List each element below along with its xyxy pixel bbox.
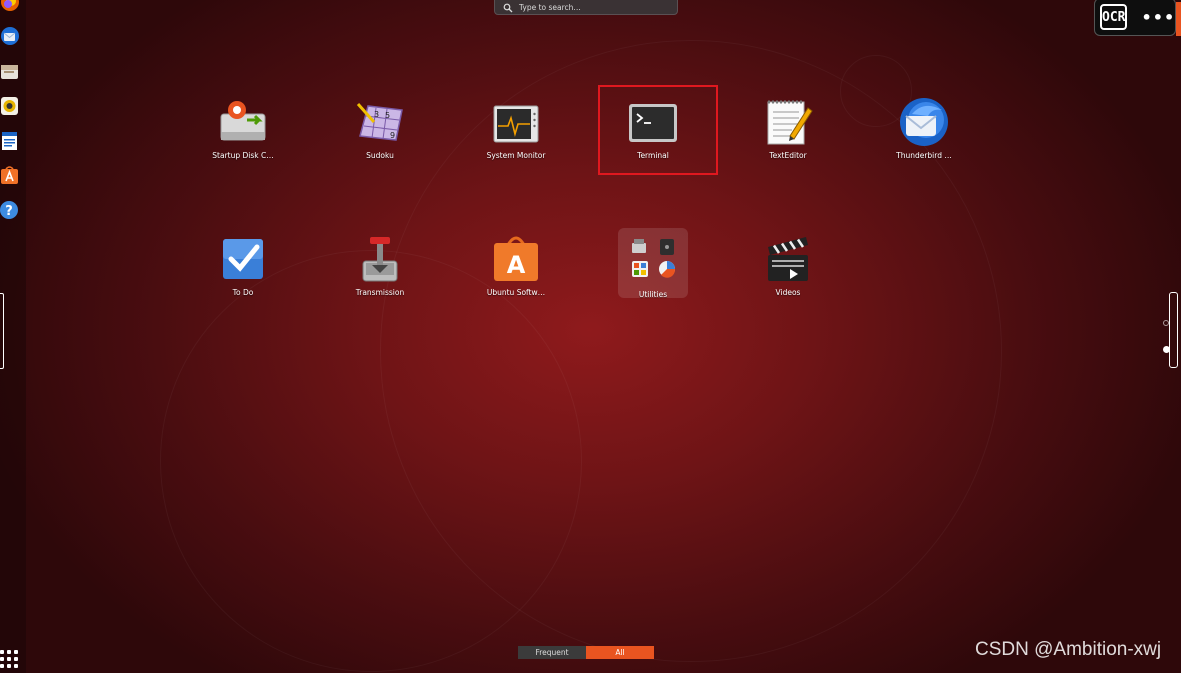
watermark: CSDN @Ambition-xwj xyxy=(975,639,1162,660)
thunderbird-icon xyxy=(898,96,950,148)
window-edge xyxy=(1176,2,1181,36)
sudoku-digit: 3 xyxy=(374,110,379,119)
app-label: TextEditor xyxy=(769,151,807,160)
ocr-button[interactable]: OCR xyxy=(1100,4,1128,30)
startup-disk-icon xyxy=(217,96,269,148)
app-utilities-folder[interactable]: Utilities xyxy=(603,235,703,299)
dock-scroll-indicator xyxy=(0,293,4,369)
app-sudoku[interactable]: 3 5 9 Sudoku xyxy=(330,96,430,160)
page-dot-2[interactable] xyxy=(1163,346,1170,353)
search-placeholder: Type to search… xyxy=(519,2,581,12)
app-thunderbird[interactable]: Thunderbird … xyxy=(874,96,974,160)
sudoku-digit: 5 xyxy=(385,111,390,120)
app-label: Startup Disk C… xyxy=(212,151,274,160)
app-label: Videos xyxy=(775,288,801,297)
app-label: System Monitor xyxy=(486,151,546,160)
page-indicator xyxy=(1169,292,1178,368)
app-videos[interactable]: Videos xyxy=(738,233,838,297)
dock: ? xyxy=(0,0,26,673)
sudoku-digit: 9 xyxy=(390,131,395,140)
app-system-monitor[interactable]: System Monitor xyxy=(466,96,566,160)
rhythmbox-icon[interactable] xyxy=(0,96,20,118)
view-switcher: Frequent All xyxy=(518,646,654,659)
app-text-editor[interactable]: TextEditor xyxy=(738,96,838,160)
tab-frequent[interactable]: Frequent xyxy=(518,646,586,659)
app-label: Utilities xyxy=(638,290,668,299)
show-applications-icon[interactable] xyxy=(0,650,18,668)
app-label: To Do xyxy=(232,288,254,297)
app-label: Transmission xyxy=(355,288,405,297)
software-letter: A xyxy=(507,251,526,279)
thunderbird-icon[interactable] xyxy=(0,26,20,48)
help-glyph: ? xyxy=(5,204,13,219)
firefox-icon[interactable] xyxy=(0,0,20,14)
files-icon[interactable] xyxy=(0,61,20,83)
help-icon[interactable]: ? xyxy=(0,200,20,222)
app-transmission[interactable]: Transmission xyxy=(330,233,430,297)
page-dot-1[interactable] xyxy=(1163,320,1169,326)
app-to-do[interactable]: To Do xyxy=(193,233,293,297)
more-options-icon[interactable]: ••• xyxy=(1141,8,1175,27)
text-editor-icon xyxy=(762,96,814,148)
todo-icon xyxy=(217,233,269,285)
tab-all[interactable]: All xyxy=(586,646,654,659)
search-bar[interactable]: Type to search… xyxy=(494,0,678,15)
sudoku-icon: 3 5 9 xyxy=(354,96,406,148)
app-label: Thunderbird … xyxy=(896,151,952,160)
ubuntu-software-icon: A xyxy=(490,233,542,285)
app-label: Sudoku xyxy=(366,151,394,160)
terminal-highlight-box xyxy=(598,85,718,175)
search-icon xyxy=(503,3,513,12)
transmission-icon xyxy=(354,233,406,285)
ocr-toolbar: OCR ••• xyxy=(1094,0,1176,36)
app-label: Ubuntu Softw… xyxy=(486,288,546,297)
writer-icon[interactable] xyxy=(0,131,20,153)
app-startup-disk-creator[interactable]: Startup Disk C… xyxy=(193,96,293,160)
system-monitor-icon xyxy=(490,96,542,148)
software-icon[interactable] xyxy=(0,165,20,187)
app-ubuntu-software[interactable]: A Ubuntu Softw… xyxy=(466,233,566,297)
utilities-folder-icon xyxy=(627,235,679,287)
videos-icon xyxy=(762,233,814,285)
